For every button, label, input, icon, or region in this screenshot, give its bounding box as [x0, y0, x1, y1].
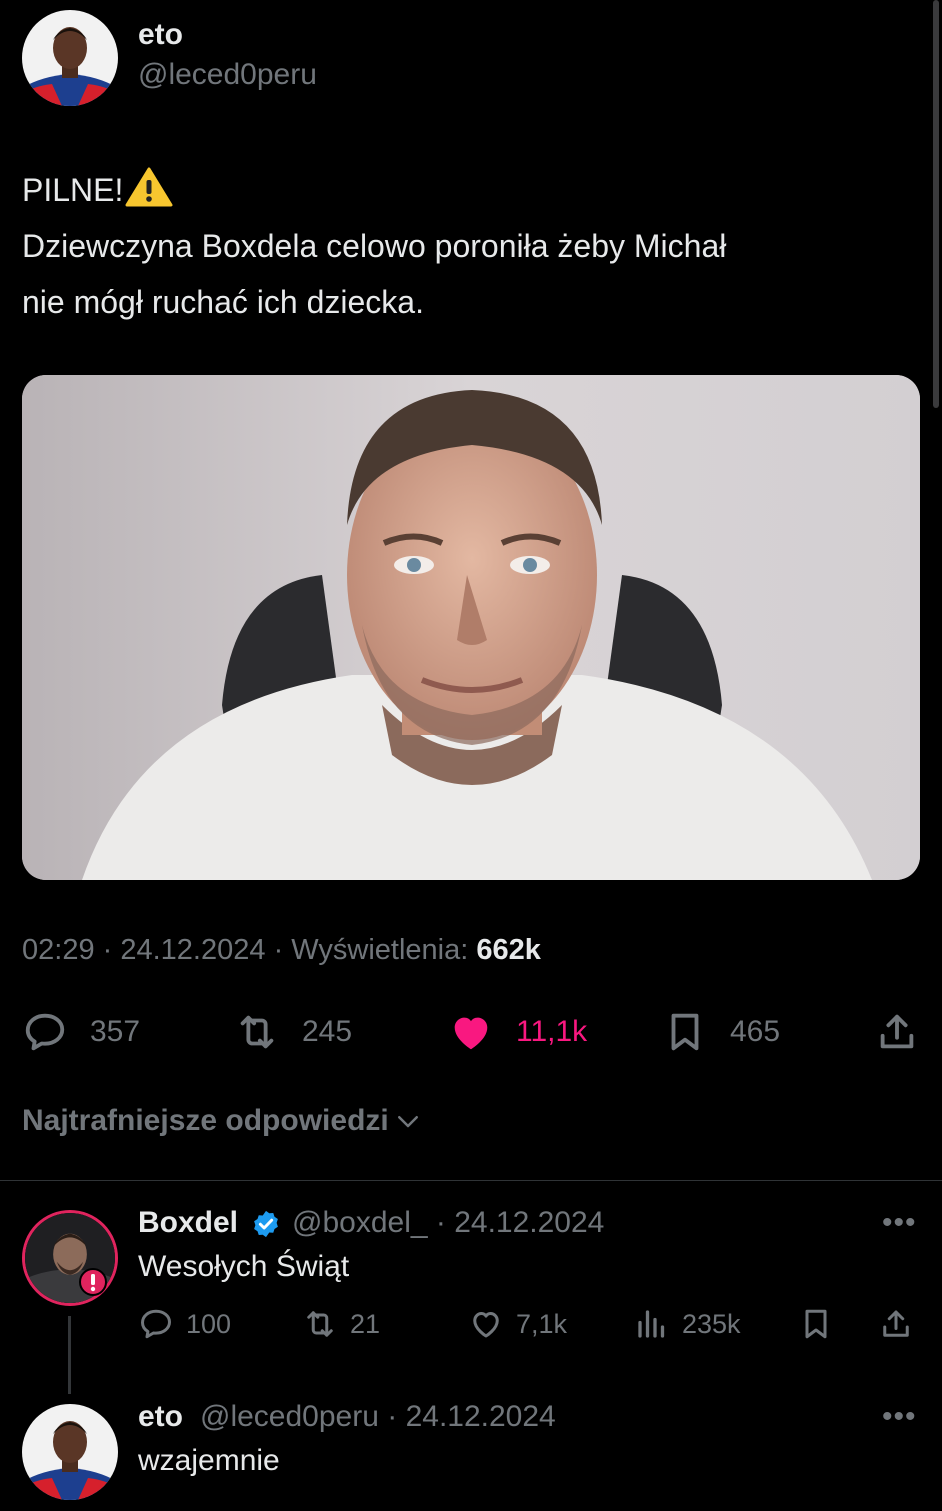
meta-separator: ·	[273, 934, 292, 966]
reply2-date[interactable]: · 24.12.2024	[387, 1400, 555, 1433]
replies-sort-dropdown[interactable]: Najtrafniejsze odpowiedzi	[22, 1104, 423, 1138]
reply-author-name[interactable]: Boxdel	[138, 1206, 238, 1240]
retweet-icon	[240, 1015, 274, 1049]
divider	[0, 1180, 942, 1181]
retweet-count: 245	[302, 1015, 353, 1048]
reply-author-handle[interactable]: @boxdel_	[292, 1206, 428, 1239]
tweet-date[interactable]: 24.12.2024	[120, 934, 265, 966]
reply2-text: wzajemnie	[138, 1444, 280, 1477]
tweet-photo[interactable]	[22, 375, 920, 880]
views-label: Wyświetlenia:	[291, 934, 469, 966]
heart-icon	[473, 1312, 499, 1338]
reply-icon	[25, 1013, 65, 1051]
reply-views-button[interactable]: 235k	[634, 1304, 741, 1344]
reply-button[interactable]: 357	[22, 1006, 140, 1058]
reply-bookmark-button[interactable]	[798, 1304, 846, 1344]
replies-sort-label: Najtrafniejsze odpowiedzi	[22, 1104, 389, 1137]
tweet-time[interactable]: 02:29	[22, 934, 95, 966]
tweet-text: PILNE! Dziewczyna Boxdela celowo poronił…	[22, 162, 902, 330]
action-bar: 357 245 11,1k 465	[0, 1006, 942, 1058]
reply-count: 357	[90, 1015, 141, 1048]
share-button[interactable]	[874, 1006, 942, 1058]
reply-author-meta: @boxdel_ · 24.12.2024	[292, 1206, 604, 1240]
reply-retweet-button[interactable]: 21	[302, 1304, 380, 1344]
author-handle[interactable]: @leced0peru	[138, 58, 317, 92]
reply-avatar-eto[interactable]	[22, 1404, 118, 1500]
reply-text: Wesołych Świąt	[138, 1250, 350, 1283]
verified-badge-icon	[254, 1210, 278, 1238]
scrollbar[interactable]	[933, 0, 939, 408]
share-icon	[883, 1310, 909, 1337]
reply-like-button[interactable]: 7,1k	[468, 1304, 567, 1344]
views-count[interactable]: 662k	[476, 934, 541, 966]
reply2-author-handle[interactable]: @leced0peru	[200, 1400, 379, 1433]
tweet-text-line-1-text: PILNE!	[22, 172, 124, 208]
reply-icon	[141, 1309, 171, 1339]
thread-line	[68, 1316, 71, 1394]
bookmark-button[interactable]: 465	[662, 1006, 780, 1058]
tweet-meta: 02:29 · 24.12.2024 · Wyświetlenia: 662k	[22, 934, 541, 967]
tweet-text-line-1: PILNE!	[22, 162, 902, 218]
tweet-text-line-3: nie mógł ruchać ich dziecka.	[22, 284, 424, 320]
reply2-author-name[interactable]: eto	[138, 1400, 183, 1434]
reply-reply-button[interactable]: 100	[138, 1304, 231, 1344]
analytics-icon	[638, 1310, 665, 1338]
bookmark-icon	[671, 1013, 699, 1051]
like-button[interactable]: 11,1k	[448, 1006, 587, 1058]
author-avatar[interactable]	[22, 10, 118, 106]
reply2-author-meta: @leced0peru · 24.12.2024	[200, 1400, 556, 1434]
chevron-down-icon	[397, 1116, 418, 1128]
more-options-button[interactable]: •••	[882, 1206, 917, 1240]
more-options-button[interactable]: •••	[882, 1400, 917, 1434]
reply-share-button[interactable]	[878, 1304, 926, 1344]
reply-retweet-count: 21	[350, 1308, 381, 1339]
reply-like-count: 7,1k	[516, 1308, 568, 1339]
retweet-button[interactable]: 245	[234, 1006, 352, 1058]
alert-badge-icon	[79, 1268, 107, 1296]
retweet-icon	[307, 1311, 333, 1337]
warning-icon	[125, 167, 173, 207]
bookmark-count: 465	[730, 1015, 781, 1048]
reply-views-count: 235k	[682, 1308, 741, 1339]
reply-reply-count: 100	[186, 1308, 232, 1339]
tweet-text-line-2: Dziewczyna Boxdela celowo poroniła żeby …	[22, 228, 727, 264]
author-name[interactable]: eto	[138, 18, 183, 52]
meta-separator: ·	[102, 934, 121, 966]
share-icon	[880, 1014, 914, 1049]
bookmark-icon	[805, 1309, 827, 1339]
like-count: 11,1k	[516, 1015, 588, 1048]
heart-filled-icon	[454, 1017, 488, 1050]
reply-date[interactable]: · 24.12.2024	[436, 1206, 604, 1239]
